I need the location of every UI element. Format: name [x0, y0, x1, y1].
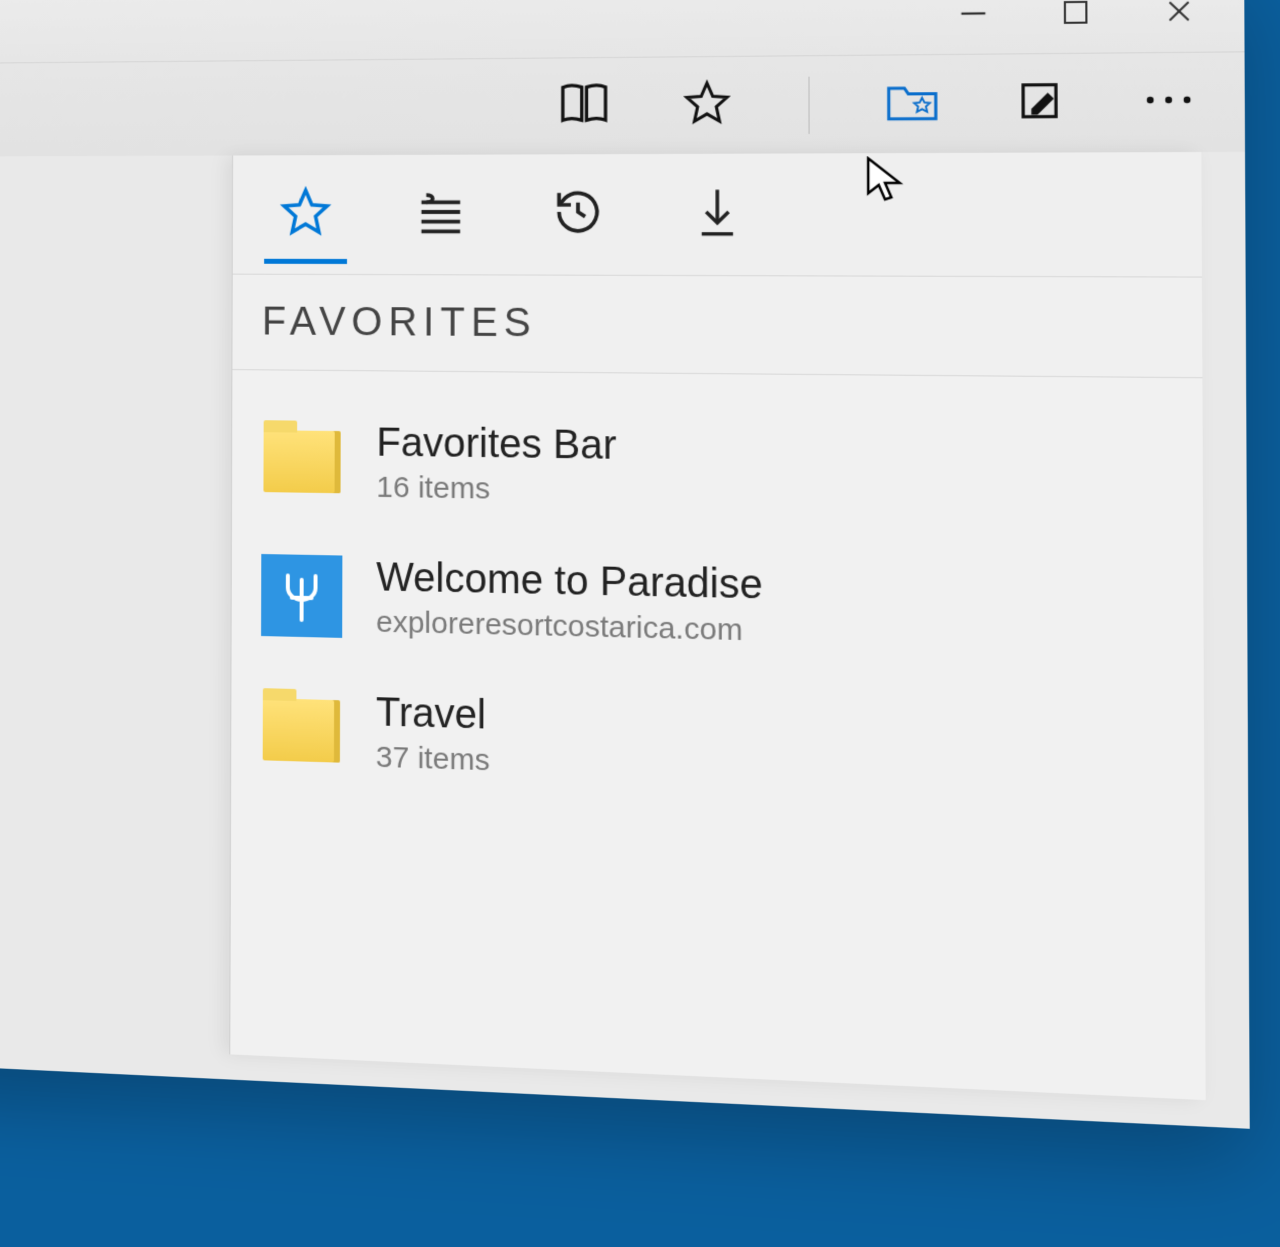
download-icon	[691, 182, 745, 246]
favorites-folder[interactable]: Travel 37 items	[231, 665, 1204, 831]
toolbar-separator	[808, 76, 809, 133]
hub-panel: FAVORITES Favorites Bar 16 items	[229, 152, 1205, 1100]
star-icon	[680, 76, 734, 134]
favorite-name: Favorites Bar	[376, 419, 616, 468]
favorites-list: Favorites Bar 16 items	[231, 370, 1204, 831]
minimize-button[interactable]	[952, 0, 995, 34]
hub-title-text: FAVORITES	[262, 300, 537, 347]
more-button[interactable]	[1125, 66, 1212, 140]
hub-tab-downloads[interactable]	[670, 165, 765, 263]
hub-tab-favorites[interactable]	[260, 167, 351, 263]
toolbar	[0, 52, 1245, 156]
maximize-button[interactable]	[1054, 0, 1097, 33]
favorites-folder[interactable]: Favorites Bar 16 items	[232, 398, 1203, 549]
ellipsis-icon	[1142, 90, 1196, 114]
hub-button[interactable]	[870, 68, 954, 141]
book-icon	[556, 75, 613, 137]
hub-tab-reading-list[interactable]	[395, 166, 487, 263]
site-tile-icon	[261, 554, 342, 638]
favorite-subtitle: 37 items	[376, 740, 490, 780]
favorite-subtitle: 16 items	[376, 470, 616, 510]
favorite-name: Travel	[376, 689, 490, 739]
favorite-subtitle: exploreresortcostarica.com	[376, 604, 763, 649]
favorite-name: Welcome to Paradise	[376, 554, 763, 608]
add-favorite-button[interactable]	[666, 70, 748, 142]
web-note-button[interactable]	[997, 67, 1083, 140]
note-icon	[1015, 77, 1064, 130]
close-button[interactable]	[1157, 0, 1201, 32]
hub-title: FAVORITES	[232, 275, 1202, 379]
folder-icon	[261, 688, 342, 773]
reading-view-button[interactable]	[544, 71, 625, 142]
reading-list-icon	[412, 183, 470, 246]
browser-window: FAVORITES Favorites Bar 16 items	[0, 0, 1250, 1129]
history-icon	[550, 184, 607, 246]
favorite-site[interactable]: Welcome to Paradise exploreresortcostari…	[231, 531, 1203, 689]
hub-tabs	[233, 152, 1202, 278]
hub-tab-history[interactable]	[531, 166, 625, 263]
star-icon	[277, 183, 334, 246]
folder-icon	[261, 420, 342, 503]
hub-icon	[885, 79, 940, 130]
